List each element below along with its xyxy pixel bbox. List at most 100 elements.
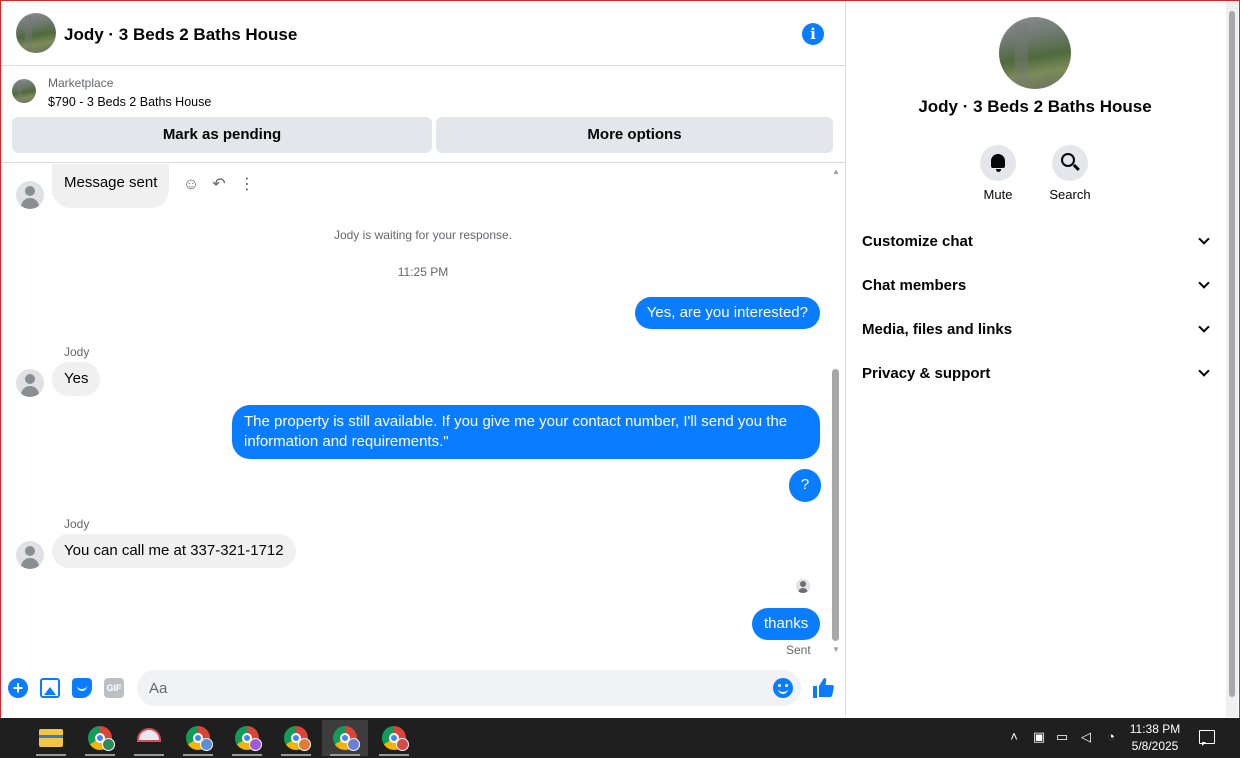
chevron-down-icon [1198,277,1210,289]
profile-badge-icon [298,738,311,751]
mute-label: Mute [983,187,1013,202]
running-indicator [85,754,115,756]
message-bubble-outgoing[interactable]: ? [789,469,821,502]
mute-circle[interactable] [980,145,1016,181]
media-files-links-row[interactable]: Media, files and links [862,310,1210,350]
taskbar-file-explorer[interactable] [28,720,74,756]
battery-icon[interactable]: ▭ [1054,729,1070,745]
privacy-support-row[interactable]: Privacy & support [862,354,1210,394]
running-indicator [232,754,262,756]
add-icon[interactable]: + [8,678,28,698]
details-pane: Jody · 3 Beds 2 Baths House Mute Search … [846,1,1226,717]
wifi-icon[interactable]: ◔ [1103,729,1119,745]
jody-avatar[interactable] [16,541,44,569]
sender-name: Jody [64,345,90,359]
profile-badge-icon [396,738,409,751]
profile-badge-icon [102,738,115,751]
search-button[interactable]: Search [1040,145,1100,202]
customize-chat-row[interactable]: Customize chat [862,222,1210,262]
running-indicator [281,754,311,756]
profile-avatar[interactable] [999,17,1071,89]
chat-header: Jody · 3 Beds 2 Baths House i [1,1,845,66]
chat-members-row[interactable]: Chat members [862,266,1210,306]
more-vertical-icon[interactable]: ⋮ [238,176,256,194]
running-indicator [330,754,360,756]
row-label: Chat members [862,277,967,294]
gif-icon[interactable]: GIF [104,678,124,698]
sender-name: Jody [64,517,90,531]
message-scrollbar[interactable]: ▲ ▼ [830,164,842,659]
meeting-icon[interactable]: ▣ [1031,729,1047,745]
message-bubble-outgoing[interactable]: The property is still available. If you … [232,405,820,459]
clock-date: 5/8/2025 [1131,739,1179,753]
message-list[interactable]: Message sent ☺ ↶ ⋮ Jody is waiting for y… [1,164,845,659]
message-bubble-incoming[interactable]: Message sent [52,164,170,208]
chevron-down-icon [1198,365,1210,377]
marketplace-label: Marketplace [48,76,114,90]
chevron-down-icon [1198,233,1210,245]
message-bubble-outgoing[interactable]: Yes, are you interested? [634,297,820,329]
taskbar: ˄ ▣ ▭ ◁ ◔ 11:38 PM 5/8/2025 [0,718,1240,758]
chat-pane: Jody · 3 Beds 2 Baths House i Marketplac… [1,1,845,717]
listing-title[interactable]: $790 - 3 Beds 2 Baths House [48,95,211,109]
scroll-down-arrow-icon[interactable]: ▼ [832,645,840,654]
mute-button[interactable]: Mute [968,145,1028,202]
message-actions: ☺ ↶ ⋮ [182,176,262,194]
clock-time: 11:38 PM [1129,722,1181,736]
chevron-down-icon [1198,321,1210,333]
chevron-up-icon[interactable]: ˄ [1006,729,1022,745]
gallery-icon[interactable] [40,678,60,698]
row-label: Privacy & support [862,365,991,382]
reply-icon[interactable]: ↶ [210,176,228,194]
page-scrollbar[interactable] [1226,1,1238,717]
row-label: Media, files and links [862,321,1013,338]
taskbar-chrome-1[interactable] [77,720,123,756]
more-options-button[interactable]: More options [436,117,833,153]
message-bubble-outgoing[interactable]: thanks [752,608,821,640]
info-icon[interactable]: i [802,23,824,45]
thumbs-up-icon[interactable] [811,676,835,700]
taskbar-app[interactable] [126,720,172,756]
search-label: Search [1049,187,1091,202]
profile-title: Jody · 3 Beds 2 Baths House [918,97,1152,116]
message-input[interactable] [137,670,801,706]
message-bubble-incoming[interactable]: You can call me at 337-321-1712 [52,534,296,568]
profile-badge-icon [249,738,262,751]
marketplace-panel: Marketplace $790 - 3 Beds 2 Baths House … [1,67,845,163]
running-indicator [134,754,164,756]
chat-title[interactable]: Jody · 3 Beds 2 Baths House [64,25,297,45]
emoji-icon[interactable] [773,678,793,698]
running-indicator [36,754,66,756]
taskbar-chrome-6[interactable] [371,720,417,756]
composer: + GIF [1,661,845,717]
system-clock[interactable]: 11:38 PM 5/8/2025 [1125,721,1185,755]
jody-avatar[interactable] [16,369,44,397]
waiting-notice: Jody is waiting for your response. [333,228,513,242]
running-indicator [379,754,409,756]
scroll-up-arrow-icon[interactable]: ▲ [832,167,840,176]
message-bubble-incoming[interactable]: Yes [52,362,101,396]
row-label: Customize chat [862,233,973,250]
sticker-icon[interactable] [72,678,92,698]
profile-badge-icon [347,738,360,751]
umbrella-app-icon [137,728,161,742]
taskbar-chrome-4[interactable] [273,720,319,756]
jody-avatar[interactable] [16,181,44,209]
bell-icon [991,154,1005,172]
taskbar-chrome-2[interactable] [175,720,221,756]
search-circle[interactable] [1052,145,1088,181]
folder-icon [39,729,63,747]
react-emoji-icon[interactable]: ☺ [182,176,200,194]
running-indicator [183,754,213,756]
taskbar-chrome-3[interactable] [224,720,270,756]
notification-icon[interactable] [1199,730,1215,746]
speaker-icon[interactable]: ◁ [1078,729,1094,745]
search-icon [1061,153,1075,167]
contact-avatar[interactable] [16,13,56,53]
mark-as-pending-button[interactable]: Mark as pending [12,117,432,153]
page-scrollbar-thumb[interactable] [1229,11,1235,697]
profile-badge-icon [200,738,213,751]
taskbar-chrome-5-active[interactable] [322,720,368,756]
scrollbar-thumb[interactable] [832,369,839,641]
listing-thumbnail[interactable] [12,79,36,103]
